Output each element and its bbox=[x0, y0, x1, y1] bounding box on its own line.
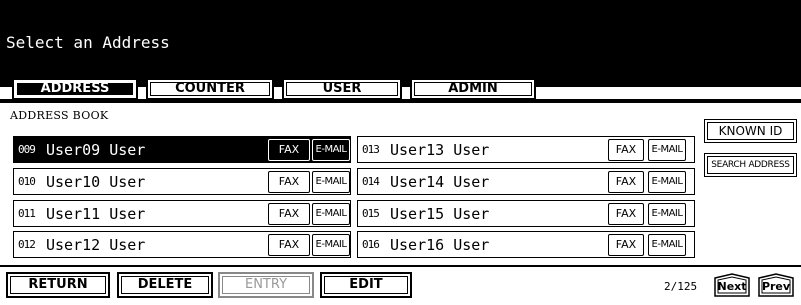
footer-divider bbox=[0, 265, 801, 267]
address-entry-012[interactable]: 012 User12 User FAX E-MAIL bbox=[13, 231, 351, 258]
address-entry-013[interactable]: 013 User13 User FAX E-MAIL bbox=[357, 136, 695, 163]
email-tag[interactable]: E-MAIL bbox=[648, 171, 686, 193]
email-tag[interactable]: E-MAIL bbox=[312, 234, 350, 256]
prev-button[interactable]: Prev bbox=[757, 273, 795, 298]
entry-button[interactable]: ENTRY bbox=[218, 272, 314, 298]
address-book-label: ADDRESS BOOK bbox=[10, 109, 109, 122]
edit-button[interactable]: EDIT bbox=[320, 272, 412, 298]
fax-tag[interactable]: FAX bbox=[608, 203, 644, 225]
entry-name: User13 User bbox=[390, 141, 490, 159]
tab-counter[interactable]: COUNTER bbox=[146, 78, 274, 100]
entry-number: 015 bbox=[362, 207, 380, 220]
entry-name: User16 User bbox=[390, 236, 490, 254]
title-bar: Select an Address bbox=[0, 0, 801, 87]
entry-number: 009 bbox=[18, 143, 36, 156]
fax-tag[interactable]: FAX bbox=[608, 171, 644, 193]
entry-number: 016 bbox=[362, 238, 380, 251]
tab-address[interactable]: ADDRESS bbox=[12, 78, 138, 100]
address-entry-009[interactable]: 009 User09 User FAX E-MAIL bbox=[13, 136, 351, 163]
entry-name: User14 User bbox=[390, 173, 490, 191]
entry-name: User11 User bbox=[46, 205, 146, 223]
entry-number: 014 bbox=[362, 175, 380, 188]
search-address-button[interactable]: SEARCH ADDRESS bbox=[704, 153, 797, 177]
entry-name: User10 User bbox=[46, 173, 146, 191]
email-tag[interactable]: E-MAIL bbox=[312, 139, 350, 161]
delete-button[interactable]: DELETE bbox=[117, 272, 213, 298]
entry-number: 012 bbox=[18, 238, 36, 251]
entry-number: 013 bbox=[362, 143, 380, 156]
fax-tag[interactable]: FAX bbox=[608, 139, 644, 161]
tab-admin[interactable]: ADMIN bbox=[410, 78, 536, 100]
known-id-button[interactable]: KNOWN ID bbox=[704, 119, 797, 143]
entry-number: 011 bbox=[18, 207, 36, 220]
address-entry-011[interactable]: 011 User11 User FAX E-MAIL bbox=[13, 200, 351, 227]
entry-name: User12 User bbox=[46, 236, 146, 254]
address-entry-014[interactable]: 014 User14 User FAX E-MAIL bbox=[357, 168, 695, 195]
address-entry-016[interactable]: 016 User16 User FAX E-MAIL bbox=[357, 231, 695, 258]
tab-underline bbox=[0, 99, 801, 103]
prev-label: Prev bbox=[761, 280, 791, 293]
email-tag[interactable]: E-MAIL bbox=[312, 171, 350, 193]
fax-tag[interactable]: FAX bbox=[268, 139, 310, 161]
screen-title: Select an Address bbox=[6, 33, 170, 52]
email-tag[interactable]: E-MAIL bbox=[312, 203, 350, 225]
entry-number: 010 bbox=[18, 175, 36, 188]
next-label: Next bbox=[717, 280, 747, 293]
fax-tag[interactable]: FAX bbox=[268, 203, 310, 225]
email-tag[interactable]: E-MAIL bbox=[648, 203, 686, 225]
fax-tag[interactable]: FAX bbox=[268, 234, 310, 256]
return-button[interactable]: RETURN bbox=[6, 272, 110, 298]
email-tag[interactable]: E-MAIL bbox=[648, 234, 686, 256]
address-entry-010[interactable]: 010 User10 User FAX E-MAIL bbox=[13, 168, 351, 195]
return-label: RETURN bbox=[28, 277, 88, 292]
next-button[interactable]: Next bbox=[713, 273, 751, 298]
page-indicator: 2/125 bbox=[664, 280, 698, 293]
tab-user[interactable]: USER bbox=[282, 78, 402, 100]
fax-tag[interactable]: FAX bbox=[268, 171, 310, 193]
fax-tag[interactable]: FAX bbox=[608, 234, 644, 256]
entry-name: User09 User bbox=[46, 141, 146, 159]
entry-name: User15 User bbox=[390, 205, 490, 223]
email-tag[interactable]: E-MAIL bbox=[648, 139, 686, 161]
address-entry-015[interactable]: 015 User15 User FAX E-MAIL bbox=[357, 200, 695, 227]
